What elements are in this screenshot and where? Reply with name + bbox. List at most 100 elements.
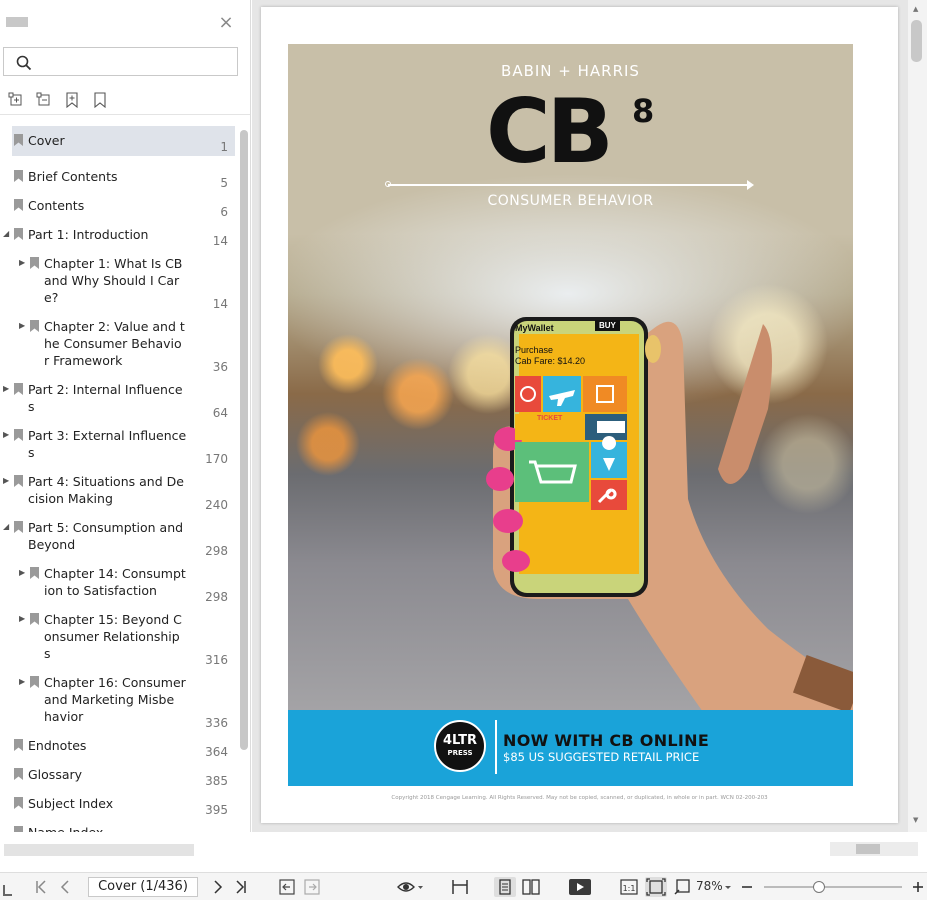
bookmark-icon [30, 567, 39, 579]
zoom-level[interactable]: 78% [696, 879, 723, 893]
actual-size-icon[interactable]: 1:1 [620, 877, 638, 897]
expand-arrow-icon[interactable]: ▶ [3, 430, 11, 440]
outline-item-title: Endnotes [28, 738, 87, 753]
outline-item[interactable]: Name Index400 [0, 818, 240, 832]
outline-item[interactable]: ▶ Chapter 2: Value and t he Consumer Beha… [0, 312, 240, 374]
fit-width-icon[interactable] [451, 877, 469, 897]
expand-all-icon[interactable] [8, 92, 24, 108]
bookmark-icon [30, 613, 39, 625]
collapse-all-icon[interactable] [36, 92, 52, 108]
cover-title: CB [486, 80, 614, 183]
outline-item-title: Brief Contents [28, 169, 118, 184]
outline-item[interactable]: ▶ Chapter 1: What Is CB and Why Should I … [0, 249, 240, 311]
last-page-icon[interactable] [234, 877, 248, 897]
single-page-view-icon[interactable] [494, 877, 516, 897]
expand-arrow-icon[interactable]: ▶ [3, 476, 11, 486]
page-number-input[interactable]: Cover (1/436) [88, 877, 198, 897]
outline-item[interactable]: Glossary 385 [0, 760, 240, 790]
badge-top-text: 4LTR [442, 733, 478, 748]
slideshow-play-icon[interactable] [568, 877, 592, 897]
first-page-icon[interactable] [34, 877, 48, 897]
scroll-down-icon[interactable]: ▼ [913, 816, 918, 824]
expand-arrow-icon[interactable]: ▶ [19, 568, 27, 578]
bookmark-toolbar [8, 92, 108, 110]
outline-item[interactable]: Endnotes 364 [0, 731, 240, 761]
zoom-mode-icon[interactable] [674, 877, 692, 897]
outline-item-page: 36 [212, 360, 228, 374]
phone-app-name: MyWallet [515, 323, 554, 333]
zoom-in-icon[interactable] [911, 877, 925, 897]
expand-arrow-icon[interactable]: ▶ [3, 384, 11, 394]
sidebar-scrollbar-thumb[interactable] [240, 130, 248, 750]
outline-item-title: Contents [28, 198, 85, 213]
outline-item[interactable]: ▶ Chapter 14: Consumpt ion to Satisfactio… [0, 559, 240, 604]
read-mode-eye-icon[interactable] [396, 877, 424, 897]
collapse-arrow-icon[interactable]: ◢ [3, 229, 11, 239]
zoom-dropdown-icon[interactable] [724, 877, 732, 897]
two-page-view-icon[interactable] [521, 877, 541, 897]
go-back-icon[interactable] [279, 877, 295, 897]
close-sidebar-button[interactable]: × [216, 13, 236, 33]
search-input[interactable] [38, 51, 233, 72]
bookmark-icon[interactable] [92, 92, 108, 108]
banner-price: $85 US SUGGESTED RETAIL PRICE [503, 750, 700, 764]
outline-item-page: 6 [220, 205, 228, 219]
bookmarks-sidebar: × Cover 1 Brief Contents 5 Contents 6 ◢ Part 1:… [0, 0, 251, 832]
document-viewer[interactable]: BABIN + HARRIS CB 8 CONSUMER BEHAVIOR My… [252, 0, 927, 832]
expand-arrow-icon[interactable]: ▶ [19, 258, 27, 268]
bookmark-icon [14, 170, 23, 182]
outline-item[interactable]: ▶ Part 2: Internal Influence s 64 [0, 375, 240, 420]
sidebar-header: × [0, 0, 250, 44]
collapse-arrow-icon[interactable]: ◢ [3, 522, 11, 532]
fit-page-icon[interactable] [645, 877, 667, 897]
search-box[interactable] [3, 47, 238, 76]
phone-ticket-label: TICKET [537, 415, 563, 422]
bookmark-icon [30, 257, 39, 269]
outline-item[interactable]: Brief Contents 5 [0, 162, 240, 192]
zoom-out-icon[interactable] [740, 877, 754, 897]
outline-item-page: 14 [212, 234, 228, 248]
add-bookmark-icon[interactable] [64, 92, 80, 108]
bottom-toolbar: Cover (1/436) 1:1 78% [0, 872, 927, 900]
outline-item[interactable]: Cover 1 [0, 126, 240, 156]
blurred-region [4, 844, 194, 856]
search-icon [16, 55, 32, 71]
vertical-scrollbar[interactable]: ▲ ▼ [908, 0, 927, 832]
bookmark-icon [30, 320, 39, 332]
expand-arrow-icon[interactable]: ▶ [19, 321, 27, 331]
expand-arrow-icon[interactable]: ▶ [19, 677, 27, 687]
previous-page-icon[interactable] [58, 877, 72, 897]
scrollbar-thumb[interactable] [911, 20, 922, 62]
outline-item[interactable]: ◢ Part 1: Introduction 14 [0, 220, 240, 250]
sidebar-toggle-icon[interactable] [2, 877, 14, 897]
outline-item-page: 5 [220, 176, 228, 190]
cover-banner: 4LTR PRESS NOW WITH CB ONLINE $85 US SUG… [288, 710, 853, 786]
outline-item-title: Part 5: Consumption and Beyond [28, 520, 184, 552]
outline-item-title: Part 1: Introduction [28, 227, 149, 242]
phone-buy-label: BUY [595, 320, 620, 331]
scroll-up-icon[interactable]: ▲ [913, 5, 918, 13]
outline-item-page: 336 [205, 716, 228, 730]
outline-item[interactable]: ▶ Part 4: Situations and De cision Making… [0, 467, 240, 512]
zoom-slider-track[interactable] [764, 886, 902, 888]
outline-item[interactable]: ▶ Part 3: External Influence s 170 [0, 421, 240, 466]
cover-arrow-line [385, 180, 754, 190]
bookmark-icon [14, 768, 23, 780]
outline-item-page: 240 [205, 498, 228, 512]
outline-item[interactable]: ▶ Chapter 15: Beyond C onsumer Relationsh… [0, 605, 240, 667]
outline-item-page: 298 [205, 590, 228, 604]
go-forward-icon[interactable] [304, 877, 320, 897]
outline-item-title: Glossary [28, 767, 83, 782]
outline-item-page: 395 [205, 803, 228, 817]
outline-item[interactable]: Subject Index 395 [0, 789, 240, 819]
cover-subtitle: CONSUMER BEHAVIOR [487, 193, 654, 209]
zoom-slider-thumb[interactable] [813, 881, 826, 893]
outline-item[interactable]: ▶ Chapter 16: Consumer and Marketing Misb… [0, 668, 240, 730]
next-page-icon[interactable] [211, 877, 225, 897]
expand-arrow-icon[interactable]: ▶ [19, 614, 27, 624]
outline-item-title: Chapter 1: What Is CB and Why Should I C… [44, 256, 183, 305]
sidebar-divider [0, 114, 250, 115]
bookmark-icon [14, 228, 23, 240]
outline-item[interactable]: Contents 6 [0, 191, 240, 221]
outline-item[interactable]: ◢ Part 5: Consumption and Beyond 298 [0, 513, 240, 558]
